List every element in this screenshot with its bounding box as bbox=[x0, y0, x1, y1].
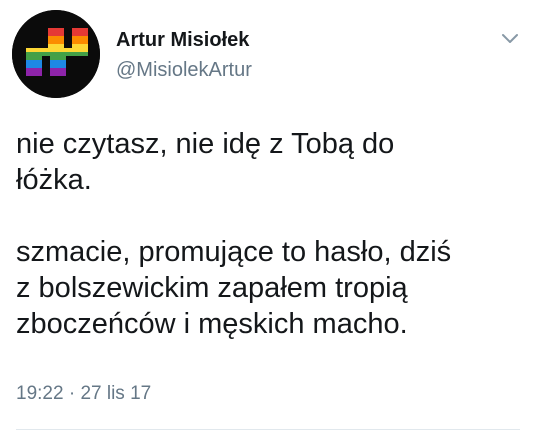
tweet-card: Artur Misiołek @MisiolekArtur nie czytas… bbox=[0, 0, 536, 432]
rainbow-swastika-avatar-icon bbox=[12, 10, 100, 98]
tweet-date: 27 lis 17 bbox=[80, 383, 152, 404]
tweet-text-line: zboczeńców i męskich macho. bbox=[16, 308, 408, 340]
timestamp-separator: · bbox=[68, 383, 76, 404]
tweet-text-line: łóżka. bbox=[16, 164, 92, 196]
tweet-text-line: z bolszewickim zapałem tropią bbox=[16, 272, 408, 304]
tweet-paragraph: nie czytasz, nie idę z Tobą do łóżka. bbox=[16, 126, 526, 198]
divider bbox=[16, 429, 520, 430]
chevron-down-icon bbox=[502, 34, 518, 43]
tweet-menu-button[interactable] bbox=[500, 28, 520, 48]
tweet-time: 19:22 bbox=[16, 383, 64, 404]
author-display-name[interactable]: Artur Misiołek bbox=[116, 28, 252, 52]
author-handle[interactable]: @MisiolekArtur bbox=[116, 58, 252, 82]
tweet-paragraph: szmacie, promujące to hasło, dziś z bols… bbox=[16, 234, 526, 342]
tweet-text-line: szmacie, promujące to hasło, dziś bbox=[16, 236, 452, 268]
tweet-text-line: nie czytasz, nie idę z Tobą do bbox=[16, 128, 395, 160]
author-block[interactable]: Artur Misiołek @MisiolekArtur bbox=[116, 28, 252, 82]
tweet-timestamp[interactable]: 19:22 · 27 lis 17 bbox=[16, 382, 151, 406]
tweet-text: nie czytasz, nie idę z Tobą do łóżka. sz… bbox=[16, 126, 526, 342]
avatar[interactable] bbox=[12, 10, 100, 98]
